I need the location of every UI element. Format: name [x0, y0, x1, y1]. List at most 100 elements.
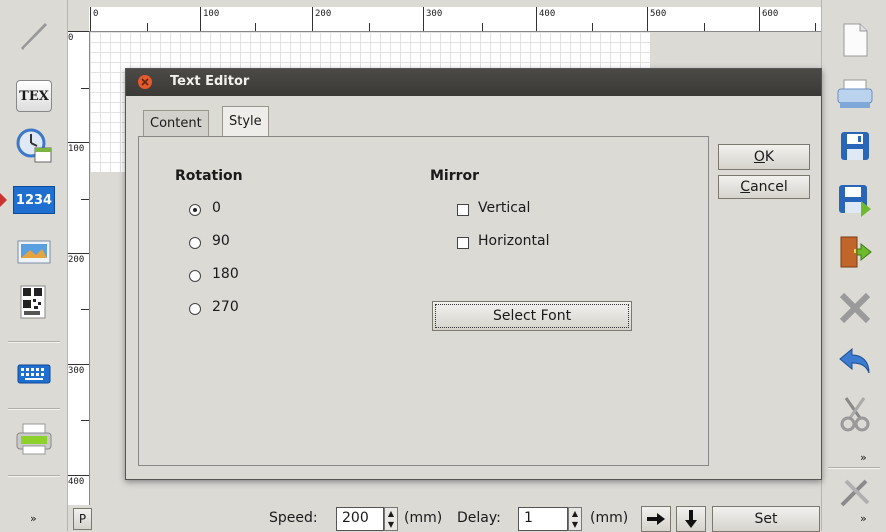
- ok-button[interactable]: OK: [718, 144, 810, 170]
- delay-input[interactable]: 1: [518, 507, 568, 531]
- move-right-button[interactable]: [641, 506, 671, 532]
- cut-button[interactable]: [832, 395, 878, 435]
- image-tool[interactable]: [12, 232, 56, 272]
- save-as-button[interactable]: [832, 180, 878, 220]
- ok-label-rest: K: [764, 149, 775, 165]
- ruler-label: 200: [315, 9, 332, 19]
- counter-icon: 1234: [13, 186, 55, 214]
- print-button[interactable]: [832, 74, 878, 114]
- ruler-label: 500: [650, 9, 667, 19]
- new-file-button[interactable]: [832, 20, 878, 60]
- tex-icon: TEX: [16, 80, 52, 112]
- dialog-close-button[interactable]: [138, 75, 152, 89]
- ruler-label: 100: [203, 9, 220, 19]
- ruler-label: 300: [68, 366, 85, 376]
- keyboard-icon: [17, 364, 51, 384]
- close-icon: [839, 292, 871, 324]
- ruler-label: 600: [762, 9, 779, 19]
- exit-button[interactable]: [832, 232, 878, 272]
- ruler-label: 0: [68, 33, 74, 43]
- horizontal-label: Horizontal: [478, 233, 550, 249]
- set-button[interactable]: Set: [712, 506, 820, 532]
- tab-content[interactable]: Content: [143, 110, 209, 137]
- arrow-down-icon: [685, 510, 697, 528]
- delete-button[interactable]: [832, 288, 878, 328]
- print-tool[interactable]: [12, 420, 56, 460]
- delay-unit: (mm): [590, 510, 629, 526]
- ruler-label: 300: [426, 9, 443, 19]
- draw-line-tool[interactable]: [12, 16, 56, 56]
- rotation-label: 270: [212, 299, 239, 315]
- save-as-icon: [839, 185, 871, 217]
- text-editor-dialog: Text Editor Content Style Rotation 0 90 …: [125, 68, 822, 480]
- radio-button[interactable]: [189, 237, 201, 249]
- left-toolbar-more[interactable]: »: [30, 512, 37, 525]
- right-toolbar-more-top[interactable]: »: [860, 451, 867, 464]
- ruler-label: 400: [68, 477, 85, 487]
- mirror-header: Mirror: [430, 168, 480, 184]
- horizontal-checkbox[interactable]: [457, 237, 469, 249]
- ruler-label: 0: [93, 9, 99, 19]
- chevron-up-icon: ▲: [387, 509, 395, 518]
- tab-style[interactable]: Style: [222, 106, 269, 138]
- undo-button[interactable]: [832, 342, 878, 382]
- speed-label: Speed:: [269, 510, 318, 526]
- printer-icon: [16, 423, 52, 455]
- rotation-label: 0: [212, 200, 221, 216]
- ruler-label: 200: [68, 255, 85, 265]
- barcode-tool[interactable]: [12, 282, 56, 322]
- save-button[interactable]: [832, 126, 878, 166]
- ok-mnemonic: O: [753, 149, 765, 165]
- new-file-icon: [843, 23, 868, 57]
- style-panel: Rotation 0 90 180 270 Mirror Vertical Ho…: [138, 136, 709, 466]
- selected-tool-indicator: [0, 193, 7, 207]
- vertical-checkbox[interactable]: [457, 204, 469, 216]
- ruler-label: 400: [539, 9, 556, 19]
- horizontal-ruler: 0 100 200 300 400 500 600: [89, 7, 821, 32]
- tools-button[interactable]: [832, 472, 878, 512]
- right-toolbar: » »: [821, 0, 886, 531]
- radio-button[interactable]: [189, 204, 201, 216]
- counter-tool[interactable]: 1234: [12, 180, 56, 220]
- move-down-button[interactable]: [676, 506, 706, 532]
- arrow-right-icon: [647, 513, 665, 525]
- printer-icon: [837, 79, 873, 108]
- ruler-label: 100: [68, 144, 85, 154]
- pencil-icon: [20, 22, 49, 51]
- chevron-down-icon: ▼: [387, 520, 395, 529]
- vertical-ruler: 0 100 200 300 400: [66, 31, 90, 505]
- image-icon: [17, 240, 51, 264]
- delay-label: Delay:: [457, 510, 501, 526]
- radio-button[interactable]: [189, 270, 201, 282]
- rotation-header: Rotation: [175, 168, 243, 184]
- close-icon: [141, 78, 149, 86]
- speed-stepper[interactable]: ▲ ▼: [384, 507, 398, 531]
- keyboard-tool[interactable]: [12, 354, 56, 394]
- save-icon: [841, 132, 869, 160]
- select-font-button[interactable]: Select Font: [432, 301, 632, 331]
- vertical-label: Vertical: [478, 200, 531, 216]
- date-time-tool[interactable]: [12, 126, 56, 166]
- tex-tool[interactable]: TEX: [12, 76, 56, 116]
- rotation-label: 180: [212, 266, 239, 282]
- rotation-label: 90: [212, 233, 230, 249]
- exit-icon: [840, 236, 872, 268]
- undo-icon: [839, 347, 870, 374]
- speed-unit: (mm): [404, 510, 443, 526]
- delay-value: 1: [524, 510, 533, 526]
- radio-button[interactable]: [189, 303, 201, 315]
- dialog-title: Text Editor: [170, 74, 250, 89]
- chevron-up-icon: ▲: [571, 509, 579, 518]
- clock-calendar-icon: [16, 128, 52, 163]
- speed-value: 200: [342, 510, 369, 526]
- settings-tools-icon: [840, 479, 870, 507]
- dialog-titlebar[interactable]: Text Editor: [126, 69, 821, 96]
- cancel-mnemonic: C: [740, 179, 751, 195]
- cut-icon: [840, 397, 870, 432]
- cancel-button[interactable]: Cancel: [718, 175, 810, 199]
- p-button[interactable]: P: [73, 508, 92, 530]
- speed-input[interactable]: 200: [336, 507, 384, 531]
- cancel-label-rest: ancel: [750, 179, 788, 195]
- right-toolbar-more-bottom[interactable]: »: [860, 512, 867, 525]
- delay-stepper[interactable]: ▲ ▼: [568, 507, 582, 531]
